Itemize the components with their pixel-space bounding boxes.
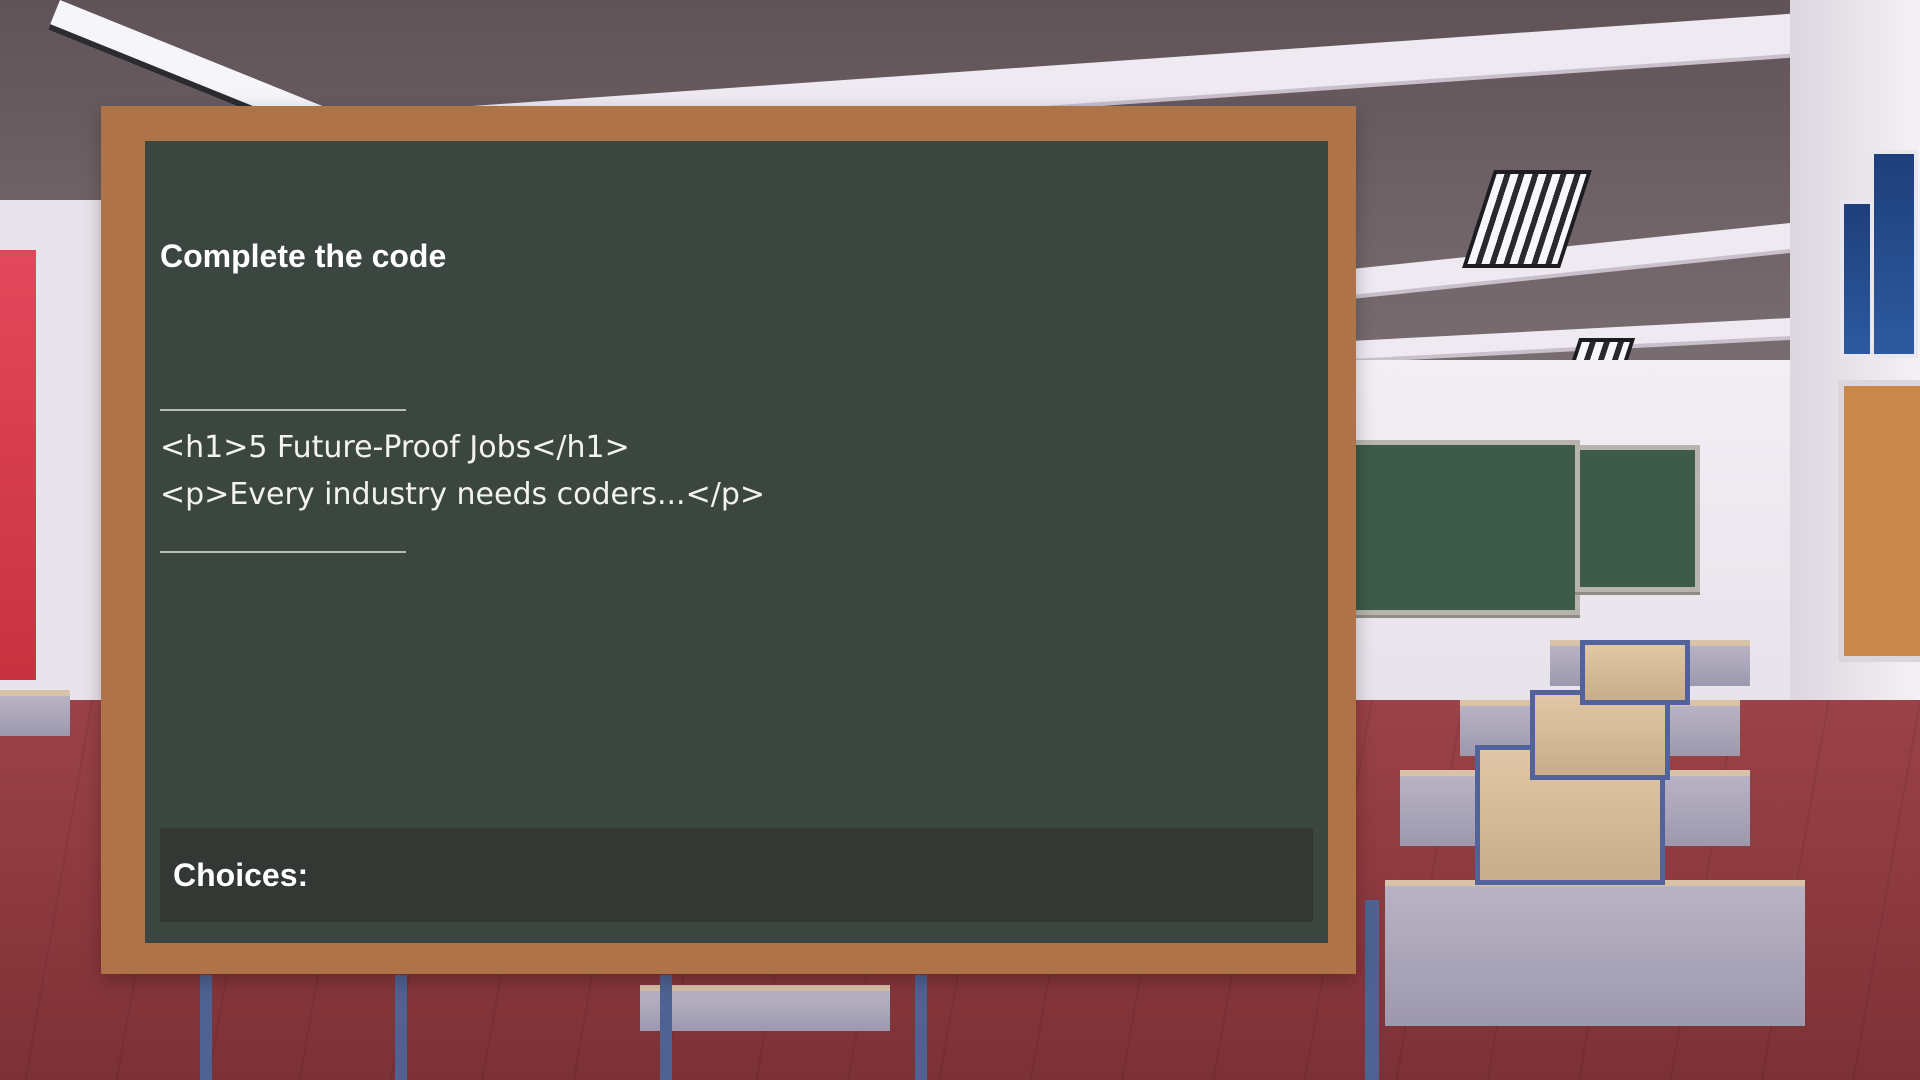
window-pane	[1870, 150, 1918, 358]
choices-panel: Choices:	[160, 828, 1313, 922]
code-line: <p>Every industry needs coders...</p>	[160, 477, 766, 512]
code-snippet: <h1>5 Future-Proof Jobs</h1> <p>Every in…	[160, 424, 765, 518]
question-title: Complete the code	[160, 238, 447, 274]
code-top-divider	[160, 409, 406, 411]
desk-leg	[915, 975, 927, 1080]
desk-leg	[660, 975, 672, 1080]
desk	[640, 985, 890, 1031]
desk	[1385, 880, 1805, 1026]
window-curtain	[0, 250, 36, 680]
cork-board	[1838, 380, 1920, 662]
choices-label: Choices:	[173, 857, 309, 893]
back-chalkboard	[1340, 440, 1580, 615]
code-line: <h1>5 Future-Proof Jobs</h1>	[160, 430, 630, 465]
desk-leg	[395, 975, 407, 1080]
back-chalkboard	[1575, 445, 1700, 592]
desk-leg	[200, 975, 212, 1080]
desk	[0, 690, 70, 736]
chair	[1580, 640, 1690, 705]
code-bottom-divider	[160, 551, 406, 553]
desk-leg	[1365, 900, 1379, 1080]
game-screen: Complete the code <h1>5 Future-Proof Job…	[0, 0, 1920, 1080]
